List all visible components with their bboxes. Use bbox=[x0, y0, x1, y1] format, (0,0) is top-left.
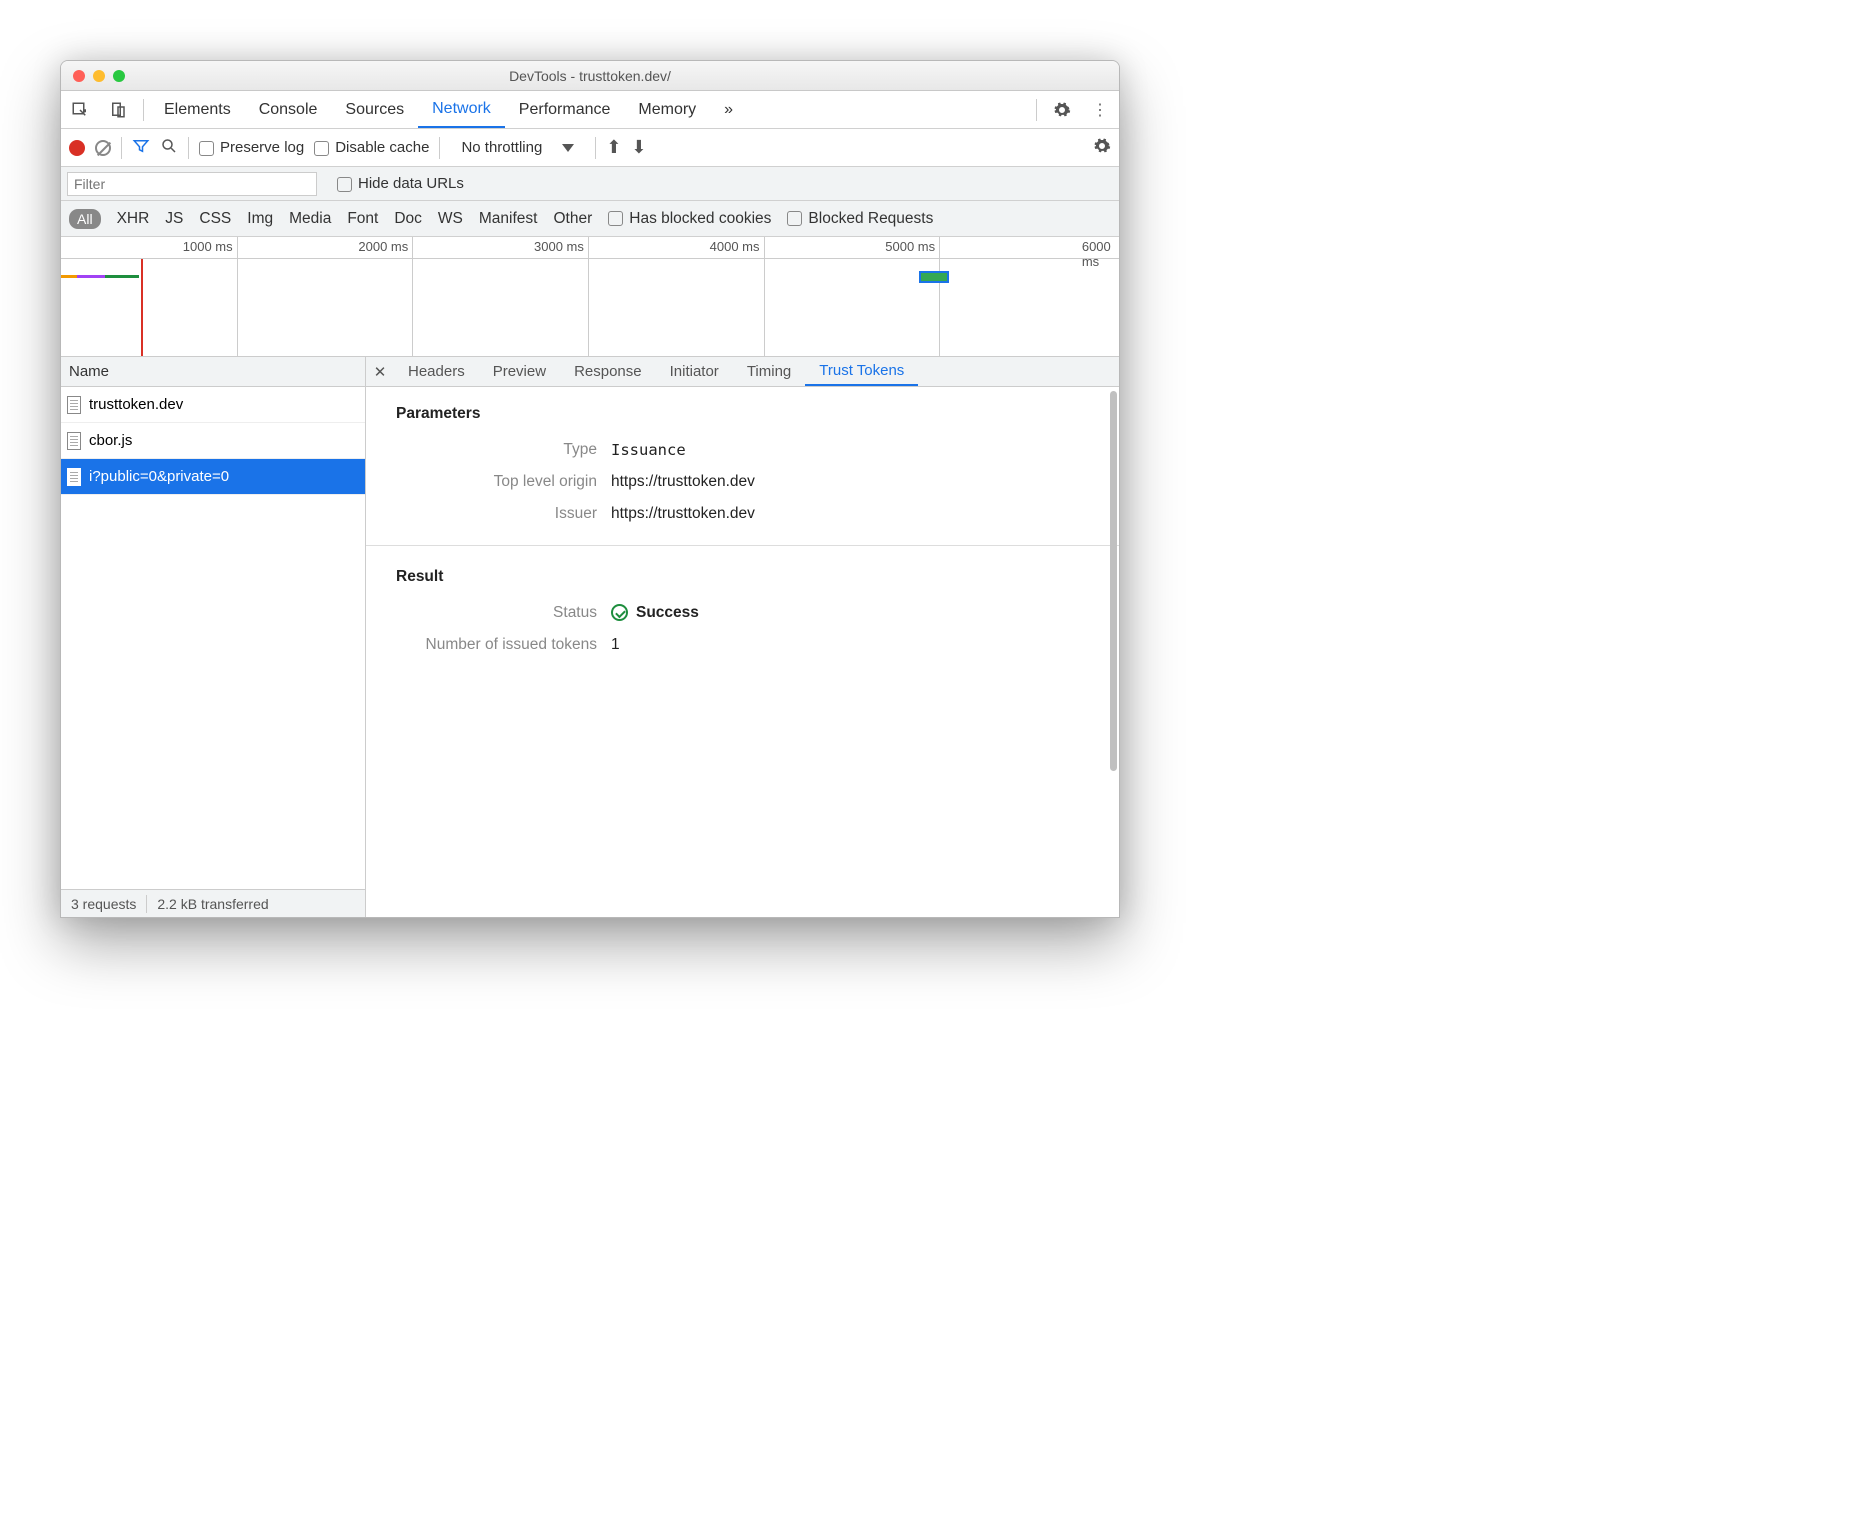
tab-sources[interactable]: Sources bbox=[331, 91, 418, 128]
label-status: Status bbox=[396, 604, 611, 622]
tab-elements[interactable]: Elements bbox=[150, 91, 245, 128]
upload-icon[interactable]: ⬆ bbox=[606, 137, 621, 158]
throttling-select[interactable]: No throttling bbox=[450, 138, 585, 157]
column-header-name[interactable]: Name bbox=[61, 357, 365, 387]
filter-input[interactable] bbox=[67, 172, 317, 196]
tabs-overflow[interactable]: » bbox=[710, 91, 747, 128]
request-row[interactable]: trusttoken.dev bbox=[61, 387, 365, 423]
requests-count: 3 requests bbox=[61, 896, 146, 912]
gear-icon[interactable] bbox=[1093, 137, 1111, 159]
filter-doc[interactable]: Doc bbox=[394, 210, 422, 228]
filter-img[interactable]: Img bbox=[247, 210, 273, 228]
document-icon bbox=[67, 468, 81, 486]
network-toolbar: Preserve log Disable cache No throttling… bbox=[61, 129, 1119, 167]
devtools-window: DevTools - trusttoken.dev/ Elements Cons… bbox=[60, 60, 1120, 918]
filter-media[interactable]: Media bbox=[289, 210, 331, 228]
filter-font[interactable]: Font bbox=[347, 210, 378, 228]
transferred-size: 2.2 kB transferred bbox=[147, 896, 278, 912]
request-list-footer: 3 requests 2.2 kB transferred bbox=[61, 889, 365, 917]
tab-memory[interactable]: Memory bbox=[624, 91, 710, 128]
filter-xhr[interactable]: XHR bbox=[117, 210, 150, 228]
blocked-requests-checkbox[interactable]: Blocked Requests bbox=[787, 210, 933, 228]
clear-icon[interactable] bbox=[95, 140, 111, 156]
overview-bar bbox=[105, 275, 139, 278]
kebab-icon[interactable]: ⋮ bbox=[1081, 91, 1119, 129]
waterfall-overview[interactable]: 1000 ms 2000 ms 3000 ms 4000 ms 5000 ms … bbox=[61, 237, 1119, 357]
overview-selection bbox=[919, 271, 949, 283]
request-name: cbor.js bbox=[89, 432, 132, 449]
detail-tab-response[interactable]: Response bbox=[560, 357, 656, 386]
detail-tab-timing[interactable]: Timing bbox=[733, 357, 805, 386]
search-icon[interactable] bbox=[160, 137, 178, 159]
preserve-log-checkbox[interactable]: Preserve log bbox=[199, 139, 304, 156]
request-row[interactable]: cbor.js bbox=[61, 423, 365, 459]
download-icon[interactable]: ⬇ bbox=[631, 137, 646, 158]
window-title: DevTools - trusttoken.dev/ bbox=[61, 68, 1119, 84]
device-icon[interactable] bbox=[99, 91, 137, 129]
request-name: trusttoken.dev bbox=[89, 396, 183, 413]
value-top-origin: https://trusttoken.dev bbox=[611, 473, 755, 491]
overview-bar bbox=[77, 275, 105, 278]
filter-row: Hide data URLs bbox=[61, 167, 1119, 201]
value-issuer: https://trusttoken.dev bbox=[611, 505, 755, 523]
detail-tab-headers[interactable]: Headers bbox=[394, 357, 479, 386]
filter-css[interactable]: CSS bbox=[199, 210, 231, 228]
scrollbar[interactable] bbox=[1110, 391, 1117, 771]
filter-all[interactable]: All bbox=[69, 209, 101, 229]
disable-cache-checkbox[interactable]: Disable cache bbox=[314, 139, 429, 156]
detail-tab-preview[interactable]: Preview bbox=[479, 357, 560, 386]
main-tabs-bar: Elements Console Sources Network Perform… bbox=[61, 91, 1119, 129]
detail-tab-initiator[interactable]: Initiator bbox=[656, 357, 733, 386]
filter-other[interactable]: Other bbox=[553, 210, 592, 228]
overview-load-line bbox=[141, 259, 143, 356]
success-icon bbox=[611, 604, 628, 621]
inspect-icon[interactable] bbox=[61, 91, 99, 129]
section-parameters: Parameters bbox=[396, 405, 1089, 423]
tab-performance[interactable]: Performance bbox=[505, 91, 625, 128]
label-issuer: Issuer bbox=[396, 505, 611, 523]
record-icon[interactable] bbox=[69, 140, 85, 156]
type-filter-row: All XHR JS CSS Img Media Font Doc WS Man… bbox=[61, 201, 1119, 237]
main-area: Name trusttoken.dev cbor.js i?public=0&p… bbox=[61, 357, 1119, 917]
tab-console[interactable]: Console bbox=[245, 91, 332, 128]
filter-icon[interactable] bbox=[132, 137, 150, 159]
filter-js[interactable]: JS bbox=[165, 210, 183, 228]
request-list: Name trusttoken.dev cbor.js i?public=0&p… bbox=[61, 357, 366, 917]
close-icon[interactable]: ✕ bbox=[366, 363, 394, 381]
filter-manifest[interactable]: Manifest bbox=[479, 210, 538, 228]
label-top-origin: Top level origin bbox=[396, 473, 611, 491]
document-icon bbox=[67, 396, 81, 414]
value-type: Issuance bbox=[611, 441, 686, 459]
tab-network[interactable]: Network bbox=[418, 91, 505, 128]
request-row[interactable]: i?public=0&private=0 bbox=[61, 459, 365, 495]
has-blocked-cookies-checkbox[interactable]: Has blocked cookies bbox=[608, 210, 771, 228]
chevron-down-icon bbox=[562, 144, 574, 152]
overview-bar bbox=[61, 275, 77, 278]
hide-data-urls-checkbox[interactable]: Hide data URLs bbox=[337, 175, 464, 192]
detail-tab-trust-tokens[interactable]: Trust Tokens bbox=[805, 357, 918, 386]
request-name: i?public=0&private=0 bbox=[89, 468, 229, 485]
filter-ws[interactable]: WS bbox=[438, 210, 463, 228]
titlebar: DevTools - trusttoken.dev/ bbox=[61, 61, 1119, 91]
section-result: Result bbox=[396, 568, 1089, 586]
gear-icon[interactable] bbox=[1043, 91, 1081, 129]
label-type: Type bbox=[396, 441, 611, 459]
value-status: Success bbox=[636, 604, 699, 621]
label-issued-tokens: Number of issued tokens bbox=[396, 636, 611, 654]
document-icon bbox=[67, 432, 81, 450]
detail-pane: ✕ Headers Preview Response Initiator Tim… bbox=[366, 357, 1119, 917]
value-issued-tokens: 1 bbox=[611, 636, 620, 654]
detail-tabs: ✕ Headers Preview Response Initiator Tim… bbox=[366, 357, 1119, 387]
